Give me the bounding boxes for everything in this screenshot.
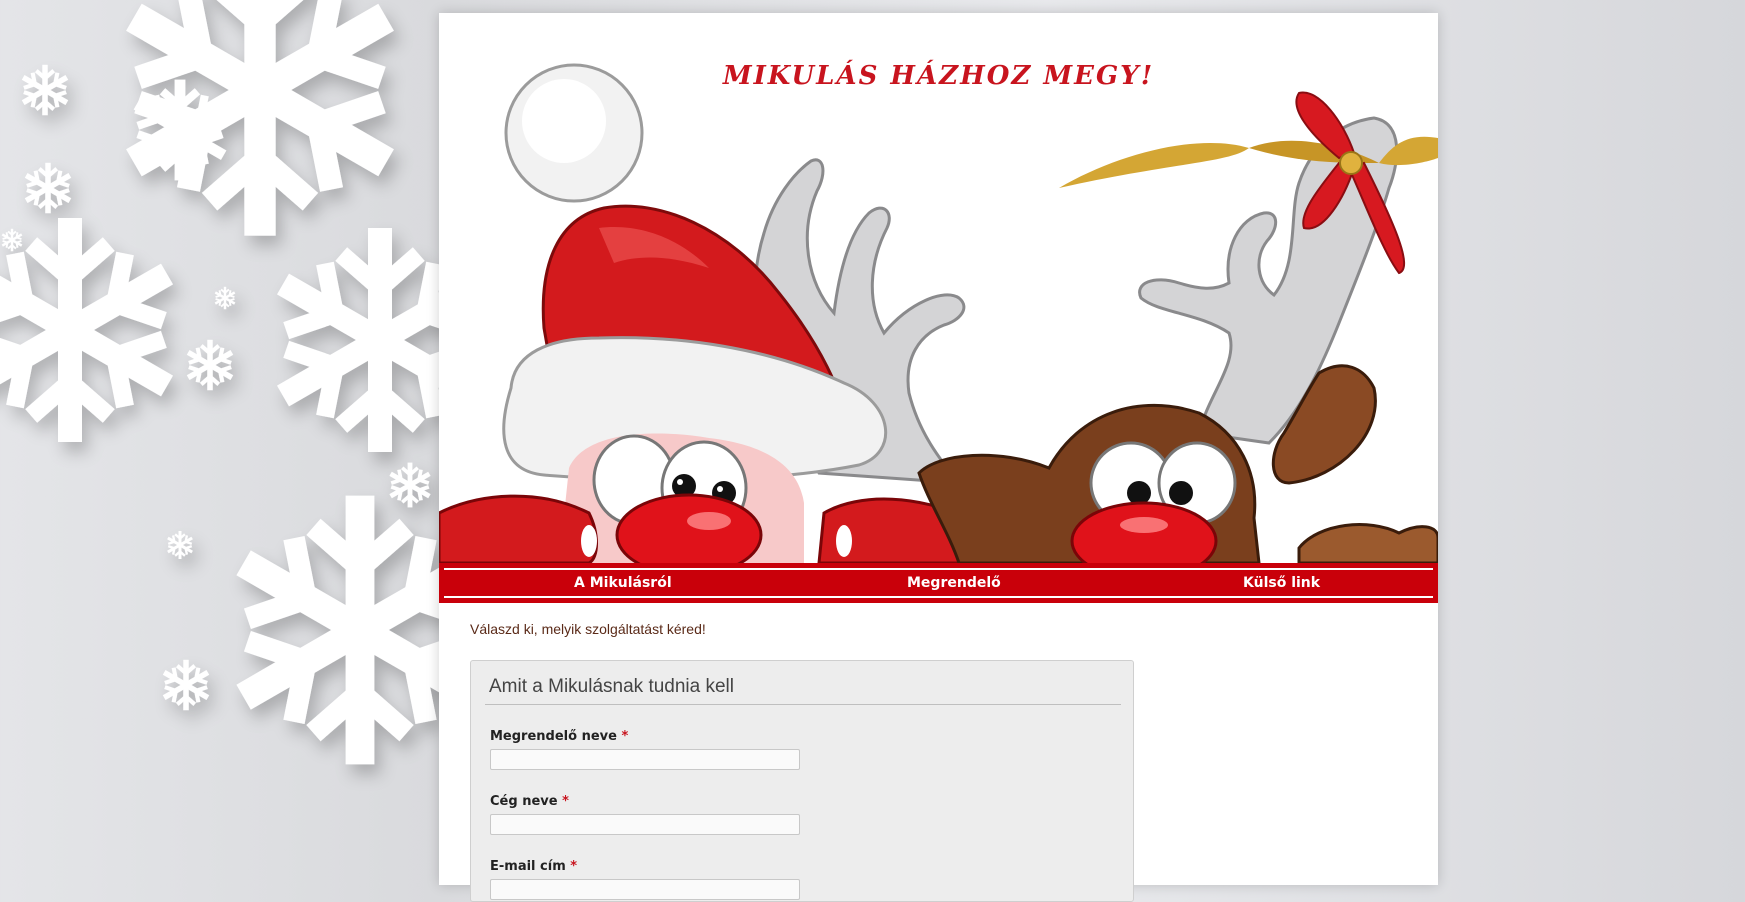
- main-navbar: A Mikulásról Megrendelő Külső link: [439, 563, 1438, 603]
- header-banner: MIKULÁS HÁZHOZ MEGY!: [439, 13, 1438, 563]
- required-mark: *: [562, 794, 569, 809]
- field-label-text: E-mail cím: [490, 859, 566, 874]
- nav-item-order[interactable]: Megrendelő: [907, 575, 1001, 591]
- page-container: MIKULÁS HÁZHOZ MEGY! A Mikulásról Megren…: [439, 13, 1438, 902]
- customer-name-input[interactable]: [490, 749, 800, 770]
- required-mark: *: [621, 729, 629, 744]
- company-name-input[interactable]: [490, 814, 800, 835]
- reindeer-head: [917, 364, 1438, 563]
- santa-reindeer-illustration: [439, 63, 1438, 563]
- field-label-text: Megrendelő neve: [490, 729, 617, 744]
- site-title: MIKULÁS HÁZHOZ MEGY!: [722, 61, 1155, 91]
- nav-rule-bottom: [444, 596, 1433, 598]
- form-divider: [485, 704, 1121, 705]
- nav-item-external-link[interactable]: Külső link: [1243, 575, 1320, 591]
- order-form: Amit a Mikulásnak tudnia kell Megrendelő…: [470, 660, 1134, 902]
- santa-hat: [502, 63, 888, 482]
- field-label-text: Cég neve: [490, 794, 558, 809]
- form-legend: Amit a Mikulásnak tudnia kell: [489, 676, 734, 697]
- snowflake-background: [0, 0, 440, 885]
- nav-rule-top: [444, 568, 1433, 570]
- field-label-customer-name: Megrendelő neve *: [490, 729, 628, 744]
- field-label-email: E-mail cím *: [490, 859, 577, 874]
- field-label-company-name: Cég neve *: [490, 794, 569, 809]
- intro-text: Válaszd ki, melyik szolgáltatást kéred!: [470, 621, 706, 637]
- nav-item-about[interactable]: A Mikulásról: [574, 575, 672, 591]
- required-mark: *: [570, 859, 578, 874]
- email-input[interactable]: [490, 879, 800, 900]
